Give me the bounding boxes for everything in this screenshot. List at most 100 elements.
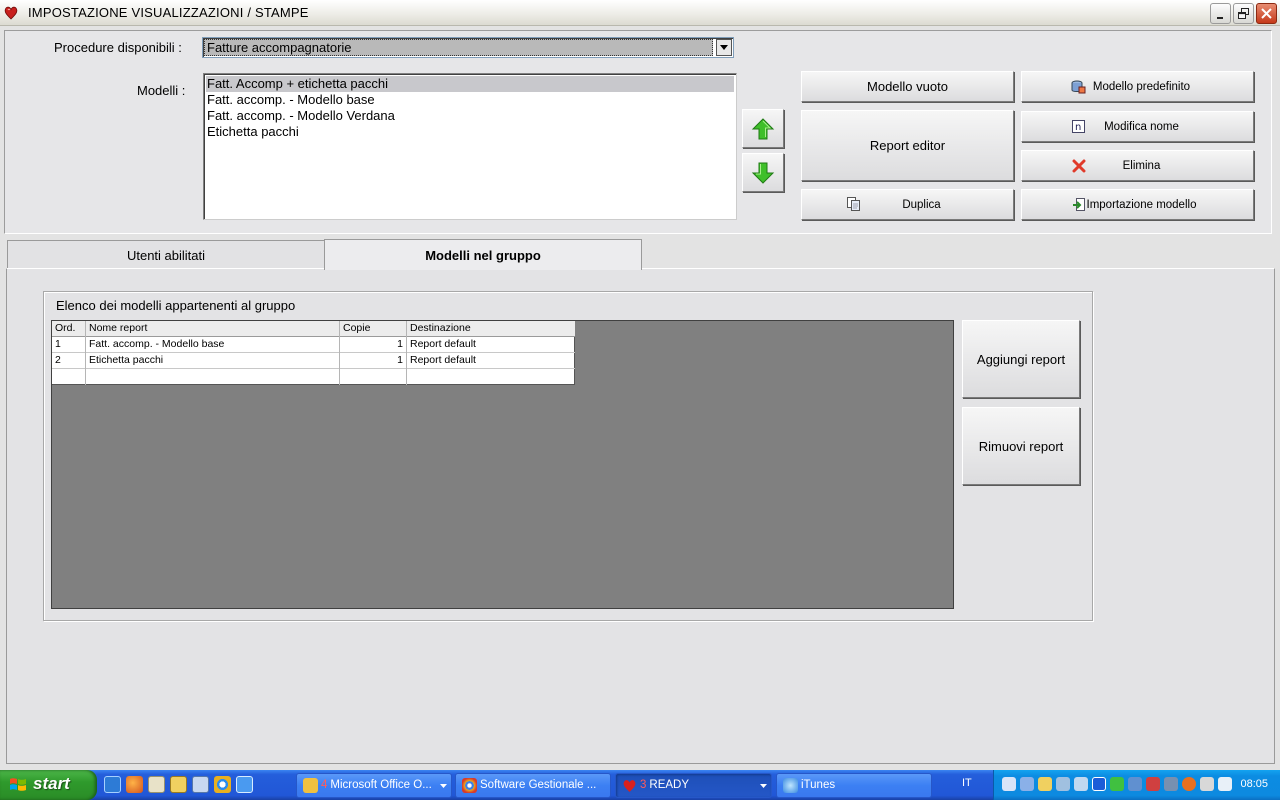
cell-destination	[407, 369, 575, 385]
ie-alt-icon[interactable]	[236, 776, 253, 793]
search-tray-icon[interactable]	[1074, 777, 1088, 791]
move-down-button[interactable]	[742, 153, 784, 192]
restore-icon	[1238, 8, 1249, 19]
duplicate-button[interactable]: Duplica	[801, 189, 1014, 220]
default-model-button[interactable]: Modello predefinito	[1021, 71, 1254, 102]
volume-icon[interactable]	[1002, 777, 1016, 791]
tab-label: Modelli nel gruppo	[425, 247, 541, 263]
report-grid-area[interactable]: Ord. Nome report Copie Destinazione 1 Fa…	[51, 320, 954, 609]
chrome-quick-icon[interactable]	[214, 776, 231, 793]
procedures-dropdown[interactable]: Fatture accompagnatorie	[202, 37, 734, 58]
tools-icon[interactable]	[1200, 777, 1214, 791]
cell-name: Etichetta pacchi	[86, 353, 340, 369]
procedures-label: Procedure disponibili :	[54, 40, 182, 55]
green-up-arrow-icon	[751, 117, 775, 139]
group-frame-title: Elenco dei modelli appartenenti al grupp…	[56, 298, 296, 313]
update-icon[interactable]	[1182, 777, 1196, 791]
itunes-icon	[783, 778, 798, 793]
system-clock[interactable]: 08:05	[1240, 778, 1268, 790]
models-panel: Procedure disponibili : Fatture accompag…	[4, 30, 1272, 234]
tab-content-panel: Elenco dei modelli appartenenti al grupp…	[6, 268, 1275, 764]
security-shield-icon[interactable]	[1110, 777, 1124, 791]
column-header-destination[interactable]: Destinazione	[407, 321, 575, 337]
move-up-button[interactable]	[742, 109, 784, 148]
report-editor-label: Report editor	[869, 138, 946, 153]
mail-tray-icon[interactable]	[1038, 777, 1052, 791]
taskbar-task-outlook[interactable]: 4 Microsoft Office O...	[296, 773, 452, 798]
models-list-item[interactable]: Fatt. Accomp + etichetta pacchi	[206, 76, 734, 92]
sync-icon[interactable]	[1164, 777, 1178, 791]
window-title: IMPOSTAZIONE VISUALIZZAZIONI / STAMPE	[28, 5, 309, 20]
task-label: READY	[649, 779, 690, 791]
chevron-down-icon	[440, 784, 447, 788]
report-editor-button[interactable]: Report editor	[801, 110, 1014, 181]
dropdown-arrow-button[interactable]	[716, 39, 732, 56]
main-window: Procedure disponibili : Fatture accompag…	[0, 26, 1280, 770]
quick-launch-bar	[104, 776, 253, 794]
tab-enabled-users[interactable]: Utenti abilitati	[7, 240, 325, 270]
import-model-label: Importazione modello	[1086, 198, 1197, 211]
rename-label: Modifica nome	[1104, 120, 1179, 133]
cell-ord: 2	[52, 353, 86, 369]
taskbar-task-itunes[interactable]: iTunes	[776, 773, 932, 798]
display-icon[interactable]	[1128, 777, 1142, 791]
tab-label: Utenti abilitati	[126, 248, 206, 263]
bluetooth-icon[interactable]	[1092, 777, 1106, 791]
group-models-frame: Elenco dei modelli appartenenti al grupp…	[43, 291, 1093, 621]
delete-label: Elimina	[1122, 159, 1161, 172]
empty-model-button[interactable]: Modello vuoto	[801, 71, 1014, 102]
table-row[interactable]: 1 Fatt. accomp. - Modello base 1 Report …	[52, 337, 575, 353]
column-header-copies[interactable]: Copie	[340, 321, 407, 337]
title-bar[interactable]: IMPOSTAZIONE VISUALIZZAZIONI / STAMPE	[0, 0, 1280, 26]
taskbar-task-browser[interactable]: Software Gestionale ...	[455, 773, 611, 798]
cell-copies	[340, 369, 407, 385]
delete-button[interactable]: Elimina	[1021, 150, 1254, 181]
cell-copies: 1	[340, 337, 407, 353]
remove-report-button[interactable]: Rimuovi report	[962, 407, 1080, 485]
task-label: Software Gestionale ...	[480, 779, 597, 791]
minimize-button[interactable]	[1210, 3, 1231, 24]
import-icon	[1073, 198, 1085, 211]
restore-button[interactable]	[1233, 3, 1254, 24]
calculator-icon[interactable]	[192, 776, 209, 793]
show-desktop-icon[interactable]	[148, 776, 165, 793]
report-grid[interactable]: Ord. Nome report Copie Destinazione 1 Fa…	[52, 321, 575, 385]
add-report-button[interactable]: Aggiungi report	[962, 320, 1080, 398]
table-row[interactable]: 2 Etichetta pacchi 1 Report default	[52, 353, 575, 369]
task-count: 3	[640, 779, 647, 791]
network-disconnected-icon[interactable]	[1146, 777, 1160, 791]
models-listbox[interactable]: Fatt. Accomp + etichetta pacchi Fatt. ac…	[203, 73, 737, 220]
outlook-icon	[303, 778, 318, 793]
outlook-quick-icon[interactable]	[170, 776, 187, 793]
table-row-empty[interactable]	[52, 369, 575, 385]
default-model-label: Modello predefinito	[1092, 80, 1191, 93]
rename-button[interactable]: n Modifica nome	[1021, 111, 1254, 142]
chrome-icon	[462, 778, 477, 793]
internet-explorer-icon[interactable]	[104, 776, 121, 793]
start-button[interactable]: start	[0, 770, 97, 800]
task-label: Microsoft Office O...	[330, 779, 432, 791]
system-tray: 08:05	[993, 770, 1280, 800]
language-indicator[interactable]: IT	[962, 777, 972, 789]
column-header-name[interactable]: Nome report	[86, 321, 340, 337]
cell-destination: Report default	[410, 354, 476, 366]
task-count: 4	[321, 779, 328, 791]
connection-icon[interactable]	[1056, 777, 1070, 791]
tab-models-in-group[interactable]: Modelli nel gruppo	[324, 239, 642, 270]
taskbar-task-ready[interactable]: 3 READY	[615, 773, 772, 798]
wireless-icon[interactable]	[1218, 777, 1232, 791]
import-model-button[interactable]: Importazione modello	[1021, 189, 1254, 220]
copy-documents-icon	[847, 197, 860, 211]
rename-n-icon: n	[1072, 120, 1085, 133]
models-list-item[interactable]: Fatt. accomp. - Modello base	[204, 92, 736, 108]
tray-icons	[1002, 777, 1232, 791]
network-icon[interactable]	[1020, 777, 1034, 791]
column-header-ord[interactable]: Ord.	[52, 321, 86, 337]
models-list-item[interactable]: Etichetta pacchi	[204, 124, 736, 140]
models-list-item[interactable]: Fatt. accomp. - Modello Verdana	[204, 108, 736, 124]
cell-copies: 1	[340, 353, 407, 369]
close-button[interactable]	[1256, 3, 1277, 24]
firefox-icon[interactable]	[126, 776, 143, 793]
procedures-selected-value: Fatture accompagnatorie	[204, 39, 713, 56]
database-icon	[1071, 80, 1086, 94]
